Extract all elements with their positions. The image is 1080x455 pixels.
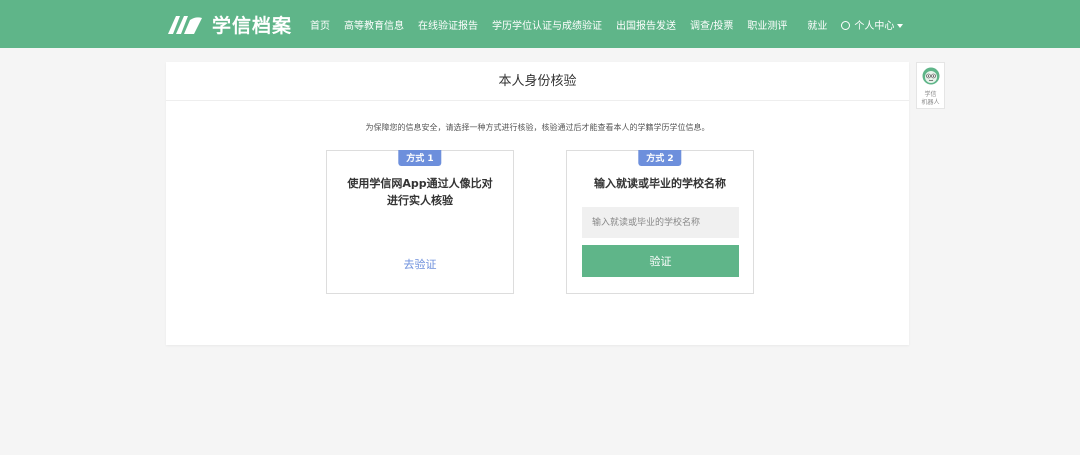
option-1-title-line2: 进行实人核验 bbox=[387, 194, 453, 207]
caret-down-icon bbox=[897, 23, 904, 28]
user-center-menu[interactable]: 个人中心 bbox=[841, 17, 904, 32]
brand-logo[interactable]: 学信档案 bbox=[166, 8, 292, 40]
page-title: 本人身份核验 bbox=[166, 62, 909, 101]
user-center-label: 个人中心 bbox=[854, 20, 895, 32]
nav-item-survey[interactable]: 调查/投票 bbox=[690, 17, 733, 32]
nav-item-higher-education[interactable]: 高等教育信息 bbox=[344, 17, 404, 32]
option-2-badge: 方式 2 bbox=[638, 150, 682, 166]
identity-verification-card: 本人身份核验 为保障您的信息安全，请选择一种方式进行核验，核验通过后才能查看本人… bbox=[166, 62, 909, 345]
robot-label-line2: 机器人 bbox=[921, 99, 940, 106]
nav-item-online-report[interactable]: 在线验证报告 bbox=[418, 17, 478, 32]
main-nav: 首页 高等教育信息 在线验证报告 学历学位认证与成绩验证 出国报告发送 调查/投… bbox=[310, 0, 917, 48]
nav-item-certification[interactable]: 学历学位认证与成绩验证 bbox=[492, 17, 602, 32]
nav-item-home[interactable]: 首页 bbox=[310, 17, 330, 32]
robot-label-line1: 学信 bbox=[924, 91, 937, 98]
option-1-panel: 方式 1 使用学信网App通过人像比对 进行实人核验 去验证 bbox=[326, 150, 514, 294]
xuexin-logo-icon bbox=[168, 16, 202, 34]
option-1-title-line1: 使用学信网App通过人像比对 bbox=[347, 177, 493, 190]
user-circle-icon bbox=[841, 20, 851, 30]
nav-item-employment[interactable]: 就业 bbox=[807, 17, 827, 32]
option-2-title: 输入就读或毕业的学校名称 bbox=[594, 177, 726, 190]
option-1-title: 使用学信网App通过人像比对 进行实人核验 bbox=[327, 175, 513, 209]
robot-assistant-button[interactable]: 学信 机器人 bbox=[916, 62, 945, 109]
school-name-input[interactable] bbox=[582, 207, 739, 238]
nav-item-career-test[interactable]: 职业测评 bbox=[747, 17, 787, 32]
top-navbar: 学信档案 首页 高等教育信息 在线验证报告 学历学位认证与成绩验证 出国报告发送… bbox=[0, 0, 1080, 48]
option-1-badge: 方式 1 bbox=[398, 150, 442, 166]
robot-avatar-icon bbox=[922, 67, 939, 85]
brand-name: 学信档案 bbox=[212, 14, 293, 37]
intro-text: 为保障您的信息安全，请选择一种方式进行核验，核验通过后才能查看本人的学籍学历学位… bbox=[365, 123, 710, 132]
verify-button[interactable]: 验证 bbox=[582, 245, 739, 277]
nav-item-abroad-report[interactable]: 出国报告发送 bbox=[616, 17, 676, 32]
go-verify-link[interactable]: 去验证 bbox=[327, 256, 513, 272]
option-2-panel: 方式 2 输入就读或毕业的学校名称 验证 bbox=[566, 150, 754, 294]
